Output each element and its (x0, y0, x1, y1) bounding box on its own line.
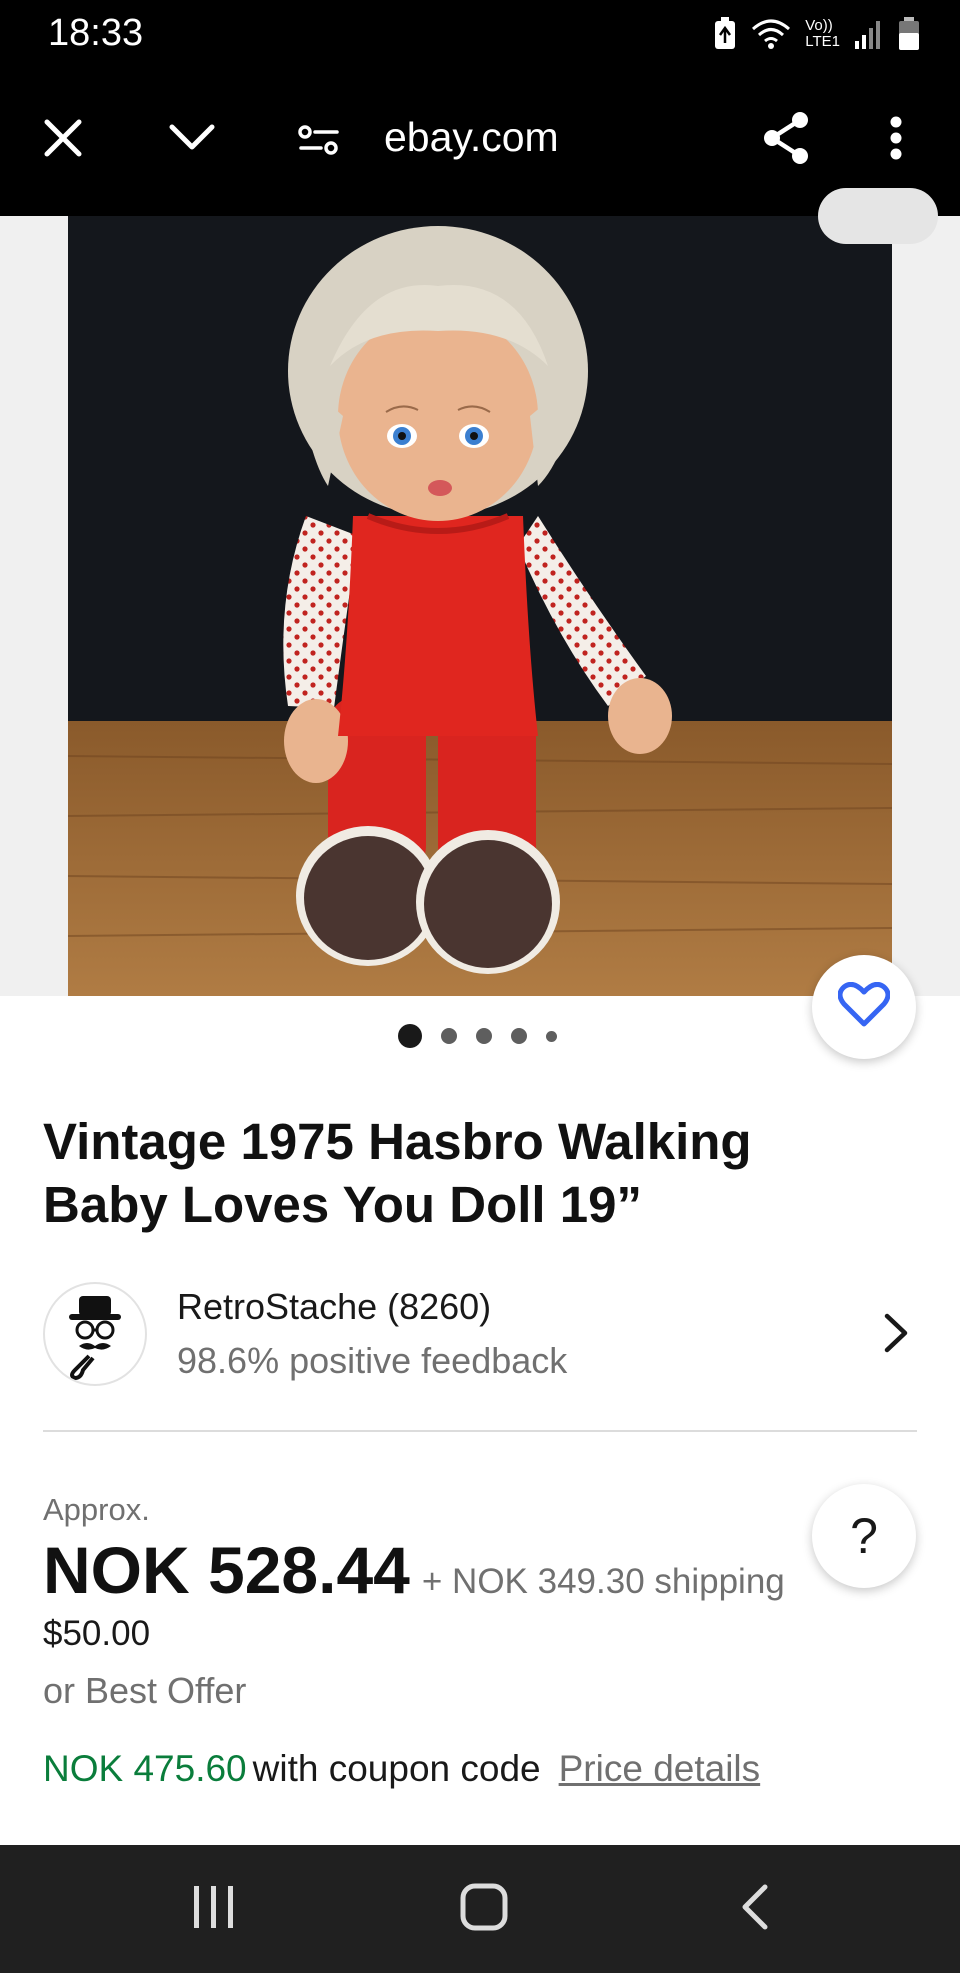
coupon-line: NOK 475.60 with coupon code Price details (43, 1748, 760, 1790)
system-nav-bar (0, 1845, 960, 1973)
seller-info-row[interactable]: RetroStache (8260) 98.6% positive feedba… (43, 1282, 917, 1386)
price-line: NOK 528.44 + NOK 349.30 shipping (43, 1532, 863, 1608)
close-icon (43, 118, 83, 163)
carousel-dot-active[interactable] (398, 1024, 422, 1048)
carousel-dots (398, 1024, 557, 1048)
back-icon (739, 1883, 769, 1936)
image-counter-badge (818, 188, 938, 244)
status-icons: Vo)) LTE1 (713, 12, 920, 56)
battery-saver-icon (713, 17, 737, 51)
seller-avatar (43, 1282, 147, 1386)
carousel-dot[interactable] (511, 1028, 527, 1044)
price-details-link[interactable]: Price details (559, 1748, 761, 1789)
carousel-dot[interactable] (546, 1030, 557, 1042)
usd-price: $50.00 (43, 1614, 151, 1653)
listing-title: Vintage 1975 Hasbro Walking Baby Loves Y… (43, 1113, 752, 1233)
image-gallery[interactable] (0, 188, 960, 996)
home-button[interactable] (444, 1875, 524, 1943)
product-photo[interactable] (68, 216, 892, 996)
help-button[interactable]: ? (812, 1484, 916, 1588)
best-offer-label: or Best Offer (43, 1670, 247, 1711)
doll-photo-image (68, 216, 892, 996)
battery-icon (898, 17, 920, 51)
add-to-watchlist-button[interactable] (812, 955, 916, 1059)
more-icon (889, 116, 903, 165)
heart-icon (837, 981, 891, 1033)
chevron-down-icon (168, 123, 216, 158)
url-bar[interactable]: ebay.com (384, 114, 559, 161)
site-settings-button[interactable] (294, 112, 344, 172)
more-options-button[interactable] (876, 110, 916, 170)
seller-name[interactable]: RetroStache (8260) (177, 1286, 491, 1328)
wifi-icon (751, 17, 791, 51)
coupon-text: with coupon code (252, 1748, 541, 1789)
status-time: 18:33 (48, 12, 144, 54)
home-icon (460, 1883, 508, 1936)
shipping-cost: + NOK 349.30 shipping (421, 1562, 785, 1601)
volte-label: Vo)) (805, 17, 833, 34)
chevron-right-icon[interactable] (883, 1312, 909, 1359)
carousel-dot[interactable] (441, 1028, 457, 1044)
close-tab-button[interactable] (38, 110, 88, 170)
minimize-button[interactable] (164, 110, 220, 170)
signal-icon (854, 17, 884, 51)
item-price: NOK 528.44 (43, 1533, 410, 1607)
seller-feedback: 98.6% positive feedback (177, 1340, 568, 1381)
coupon-price: NOK 475.60 (43, 1748, 247, 1789)
share-icon (760, 110, 812, 171)
section-divider (43, 1430, 917, 1432)
back-button[interactable] (714, 1875, 794, 1943)
browser-top-bar: 18:33 Vo)) LTE1 ebay.com (0, 0, 960, 216)
recent-apps-button[interactable] (174, 1875, 254, 1943)
approx-label: Approx. (43, 1492, 150, 1527)
lte-label: LTE1 (805, 33, 840, 50)
carousel-dot[interactable] (476, 1028, 492, 1044)
recent-apps-icon (192, 1884, 236, 1935)
share-button[interactable] (756, 108, 816, 172)
site-settings-icon (297, 120, 341, 165)
